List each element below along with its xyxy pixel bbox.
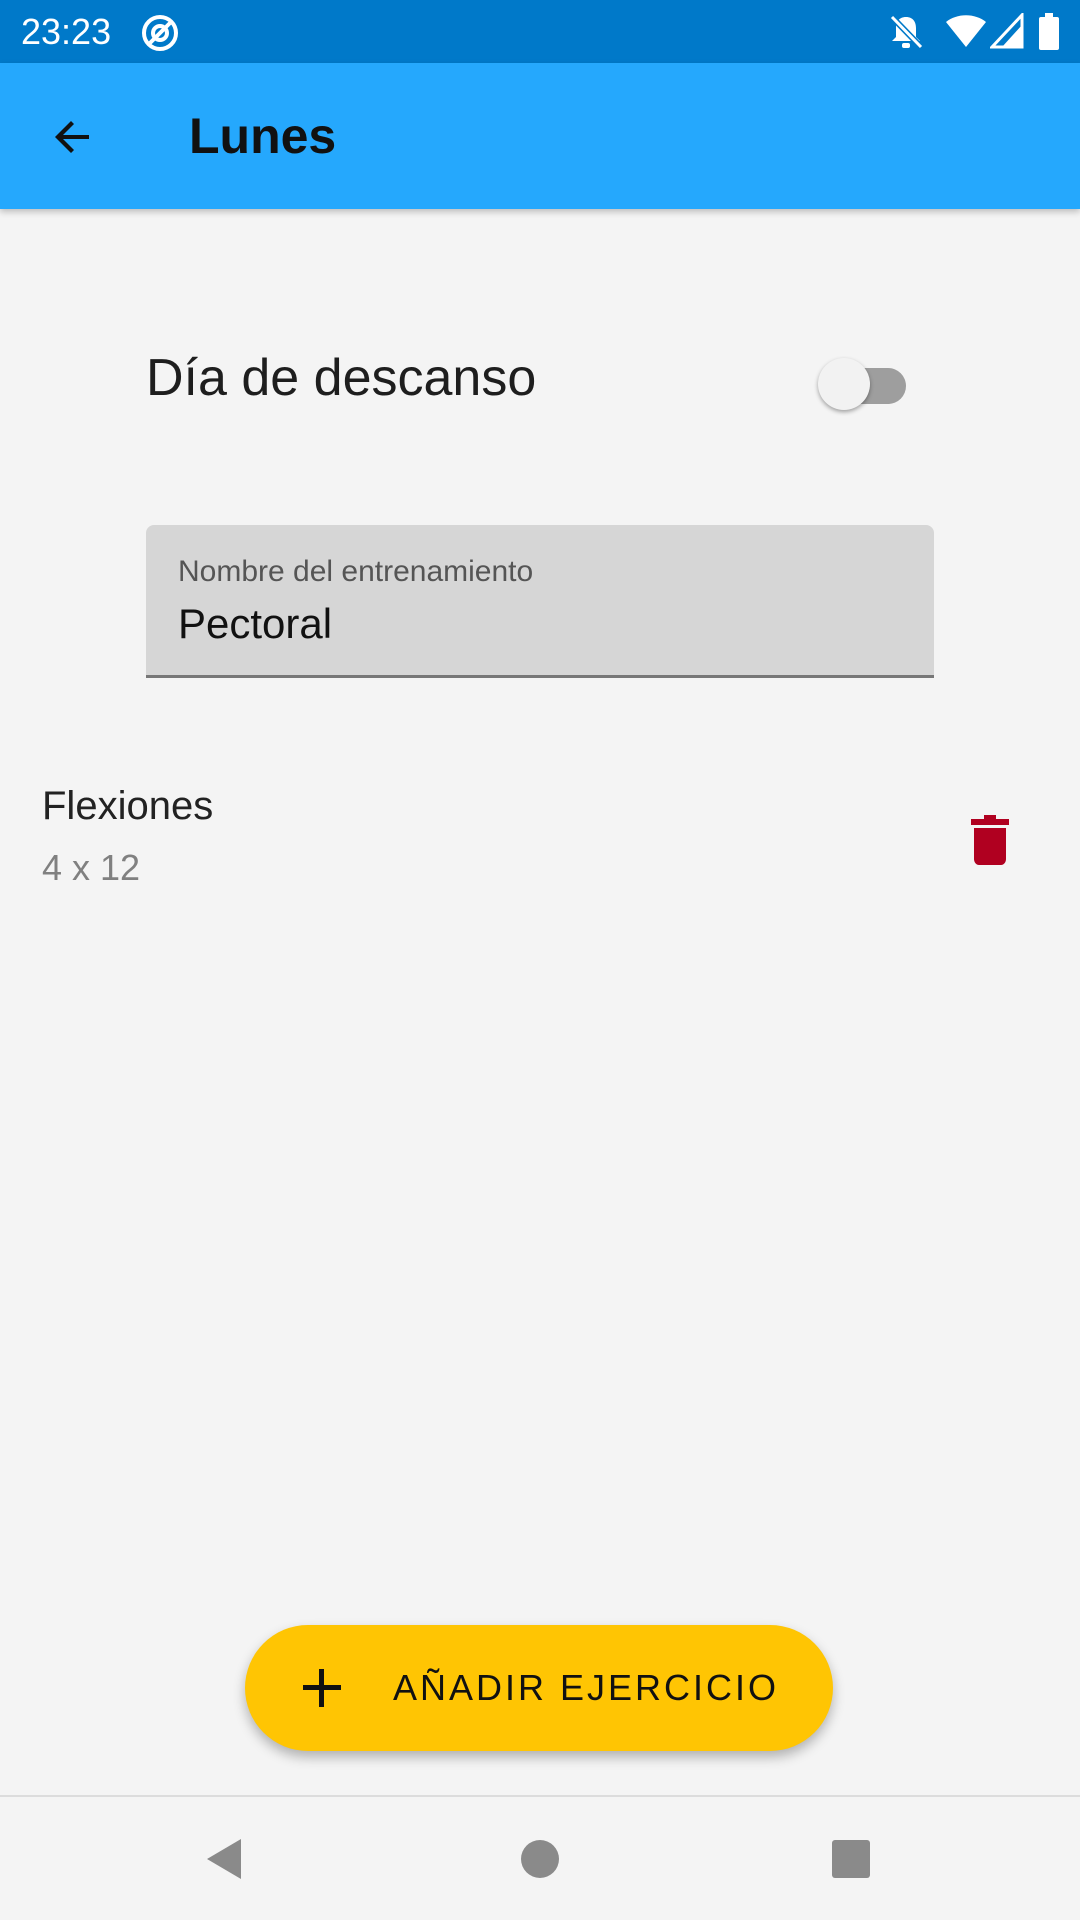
plus-icon bbox=[303, 1669, 341, 1707]
workout-name-label: Nombre del entrenamiento bbox=[178, 555, 534, 588]
home-circle-icon bbox=[521, 1840, 559, 1878]
app-bar: Lunes bbox=[0, 63, 1080, 209]
page-title: Lunes bbox=[189, 108, 337, 164]
rest-day-label: Día de descanso bbox=[146, 349, 537, 407]
workout-name-field[interactable]: Nombre del entrenamiento bbox=[146, 525, 934, 678]
exercise-sets-reps: 4 x 12 bbox=[42, 847, 141, 888]
add-exercise-label: AÑADIR EJERCICIO bbox=[393, 1667, 780, 1708]
status-bar: 23:23 bbox=[0, 0, 1080, 63]
delete-exercise-button[interactable] bbox=[960, 805, 1020, 875]
switch-thumb bbox=[818, 358, 870, 410]
back-triangle-icon bbox=[207, 1839, 241, 1879]
system-nav-bar bbox=[0, 1795, 1080, 1920]
wifi-icon bbox=[945, 13, 987, 54]
nav-home-button[interactable] bbox=[510, 1829, 570, 1889]
workout-name-input[interactable] bbox=[178, 600, 878, 648]
nav-recents-button[interactable] bbox=[821, 1829, 881, 1889]
battery-icon bbox=[1038, 13, 1060, 56]
exercise-list-item[interactable]: Flexiones 4 x 12 bbox=[0, 770, 1080, 910]
back-button[interactable] bbox=[36, 100, 110, 174]
status-time: 23:23 bbox=[21, 11, 112, 52]
exercise-name: Flexiones bbox=[42, 784, 214, 828]
recents-square-icon bbox=[832, 1840, 870, 1878]
trash-icon bbox=[971, 815, 1009, 865]
arrow-back-icon bbox=[55, 121, 89, 153]
nav-back-button[interactable] bbox=[195, 1829, 255, 1889]
add-exercise-button[interactable]: AÑADIR EJERCICIO bbox=[245, 1625, 833, 1751]
signal-icon bbox=[988, 11, 1024, 54]
rest-day-switch[interactable] bbox=[818, 350, 910, 410]
at-sign-icon bbox=[140, 13, 180, 58]
notifications-off-icon bbox=[888, 13, 924, 56]
